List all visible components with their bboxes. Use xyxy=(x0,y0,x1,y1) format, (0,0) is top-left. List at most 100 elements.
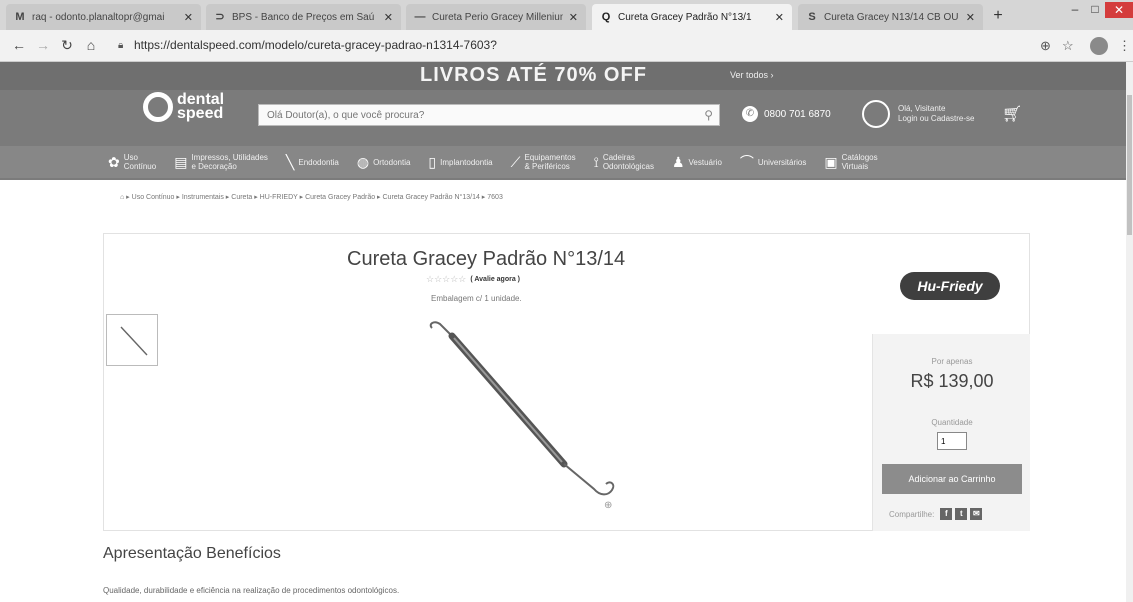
category-implantodontia[interactable]: ▯ Implantodontia xyxy=(428,153,493,170)
graduation-cap-icon: ⌒ xyxy=(739,153,754,170)
phone-contact: ✆ 0800 701 6870 xyxy=(742,106,831,122)
site-icon: — xyxy=(414,11,426,23)
logo-mark xyxy=(143,92,173,122)
browser-tab-active[interactable]: Q Cureta Gracey Padrão N°13/1 ✕ xyxy=(592,4,792,30)
category-label: Contínuo xyxy=(123,162,157,171)
category-label: Uso xyxy=(123,153,138,162)
category-vestuario[interactable]: ♟ Vestuário xyxy=(671,153,722,170)
zoom-icon[interactable]: ⊕ xyxy=(1040,38,1051,54)
forward-arrow-icon[interactable]: → xyxy=(34,37,52,53)
category-ortodontia[interactable]: ◍ Ortodontia xyxy=(356,153,411,170)
product-title: Cureta Gracey Padrão N°13/14 xyxy=(347,248,626,270)
price-value: R$ 139,00 xyxy=(910,371,994,391)
category-label: Ortodontia xyxy=(373,157,411,167)
category-label: Endodontia xyxy=(298,157,339,167)
category-cadeiras[interactable]: ⟟ Cadeiras Odontológicas xyxy=(594,153,654,171)
section-title: Apresentação Benefícios xyxy=(103,545,281,562)
email-icon[interactable]: ✉ xyxy=(970,508,983,520)
category-catalogos[interactable]: ▣ Catálogos Virtuais xyxy=(824,153,877,171)
quantity-input[interactable] xyxy=(937,432,967,450)
close-icon[interactable]: ✕ xyxy=(384,11,393,24)
home-icon[interactable]: ⌂ ▸ xyxy=(120,194,132,201)
browser-tab[interactable]: ⊃ BPS - Banco de Preços em Saú ✕ xyxy=(206,4,401,30)
profile-avatar[interactable] xyxy=(1090,37,1108,55)
search-icon[interactable]: ⚲ xyxy=(704,108,713,122)
rate-now-link[interactable]: ( Avalie agora ) xyxy=(470,276,520,283)
category-label: Implantodontia xyxy=(440,157,493,167)
close-icon[interactable]: ✕ xyxy=(184,11,193,24)
site-logo[interactable]: dental speed xyxy=(143,92,224,122)
packaging-info: Embalagem c/ 1 unidade. xyxy=(431,294,522,303)
category-label: e Decoração xyxy=(191,162,237,171)
promo-banner[interactable]: LIVROS ATÉ 70% OFF Ver todos › xyxy=(0,62,1133,90)
zoom-icon[interactable]: ⊕ xyxy=(604,500,612,511)
add-to-cart-button[interactable]: Adicionar ao Carrinho xyxy=(882,464,1022,494)
browser-tab[interactable]: — Cureta Perio Gracey Millenium ✕ xyxy=(406,4,586,30)
close-icon[interactable]: ✕ xyxy=(569,11,578,24)
tab-title: raq - odonto.planaltopr@gmai xyxy=(32,11,165,23)
close-window-button[interactable]: ✕ xyxy=(1105,2,1133,18)
product-image[interactable] xyxy=(404,314,644,519)
account-link[interactable]: Olá, Visitante Login ou Cadastre-se xyxy=(862,100,975,128)
site-icon: S xyxy=(808,11,816,23)
account-greeting: Olá, Visitante xyxy=(898,104,946,113)
phone-number: 0800 701 6870 xyxy=(764,108,831,120)
tab-title: Cureta Perio Gracey Millenium xyxy=(432,11,563,23)
gmail-icon: M xyxy=(15,11,25,23)
search-input[interactable] xyxy=(259,105,689,126)
cart-icon[interactable]: 🛒︎ xyxy=(1002,104,1022,124)
person-icon: ♟ xyxy=(671,153,685,170)
address-bar[interactable]: https://dentalspeed.com/modelo/cureta-gr… xyxy=(134,38,497,52)
category-uso-continuo[interactable]: ✿ Uso Contínuo xyxy=(108,153,156,171)
maximize-button[interactable]: □ xyxy=(1084,2,1106,16)
dental-chair-icon: ⟟ xyxy=(593,153,599,170)
star-rating-icon[interactable]: ☆☆☆☆☆ xyxy=(426,274,466,285)
close-icon[interactable]: ✕ xyxy=(775,11,784,24)
banner-link[interactable]: Ver todos › xyxy=(730,70,774,80)
category-equipamentos[interactable]: ⟋ Equipamentos & Periféricos xyxy=(511,153,576,171)
category-label: & Periféricos xyxy=(524,162,570,171)
category-label: Vestuário xyxy=(688,157,722,167)
tooth-icon: ✿ xyxy=(108,153,120,170)
search-icon: Q xyxy=(601,11,611,23)
braces-icon: ◍ xyxy=(356,153,370,170)
browser-tab[interactable]: S Cureta Gracey N13/14 CB OU ✕ xyxy=(798,4,983,30)
reload-icon[interactable]: ↻ xyxy=(58,37,76,54)
twitter-icon[interactable]: t xyxy=(955,508,968,520)
site-header: LIVROS ATÉ 70% OFF Ver todos › dental sp… xyxy=(0,62,1133,180)
facebook-icon[interactable]: f xyxy=(940,508,953,520)
new-tab-button[interactable]: + xyxy=(988,6,1008,26)
quantity-label: Quantidade xyxy=(931,418,973,427)
product-thumbnail[interactable] xyxy=(106,314,158,366)
brand-logo[interactable]: Hu-Friedy xyxy=(900,272,1000,300)
bookmark-star-icon[interactable]: ☆ xyxy=(1062,38,1074,54)
category-universitarios[interactable]: ⌒ Universitários xyxy=(739,153,807,170)
browser-tab-strip: M raq - odonto.planaltopr@gmai ✕ ⊃ BPS -… xyxy=(0,0,1133,30)
category-label: Catálogos xyxy=(841,153,878,162)
minimize-button[interactable]: – xyxy=(1064,2,1086,16)
price-label: Por apenas xyxy=(931,357,973,366)
back-arrow-icon[interactable]: ← xyxy=(10,37,28,53)
browser-tab[interactable]: M raq - odonto.planaltopr@gmai ✕ xyxy=(6,4,201,30)
breadcrumb-trail[interactable]: Uso Contínuo ▸ Instrumentais ▸ Cureta ▸ … xyxy=(132,194,503,201)
document-icon: ▤ xyxy=(174,153,188,170)
category-impressos[interactable]: ▤ Impressos, Utilidades e Decoração xyxy=(174,153,268,171)
logo-text-line2: speed xyxy=(177,105,224,122)
category-label: Universitários xyxy=(757,157,807,167)
rating: ☆☆☆☆☆ ( Avalie agora ) xyxy=(426,274,520,285)
category-endodontia[interactable]: ╲ Endodontia xyxy=(285,153,339,170)
login-link[interactable]: Login ou Cadastre-se xyxy=(898,114,975,124)
category-nav: ✿ Uso Contínuo ▤ Impressos, Utilidades e D… xyxy=(0,146,1133,178)
category-label: Odontológicas xyxy=(602,162,654,171)
home-icon[interactable]: ⌂ xyxy=(82,37,100,53)
scrollbar-thumb[interactable] xyxy=(1127,95,1132,235)
implant-icon: ▯ xyxy=(428,153,437,170)
category-label: Cadeiras xyxy=(602,153,635,162)
category-label: Impressos, Utilidades xyxy=(191,153,268,162)
share-label: Compartilhe: xyxy=(889,509,935,519)
menu-icon[interactable]: ⋮ xyxy=(1118,38,1131,54)
handpiece-icon: ⟋ xyxy=(510,153,521,170)
lock-icon: 🔒︎ xyxy=(118,40,124,51)
close-icon[interactable]: ✕ xyxy=(966,11,975,24)
file-instrument-icon: ╲ xyxy=(285,153,295,170)
